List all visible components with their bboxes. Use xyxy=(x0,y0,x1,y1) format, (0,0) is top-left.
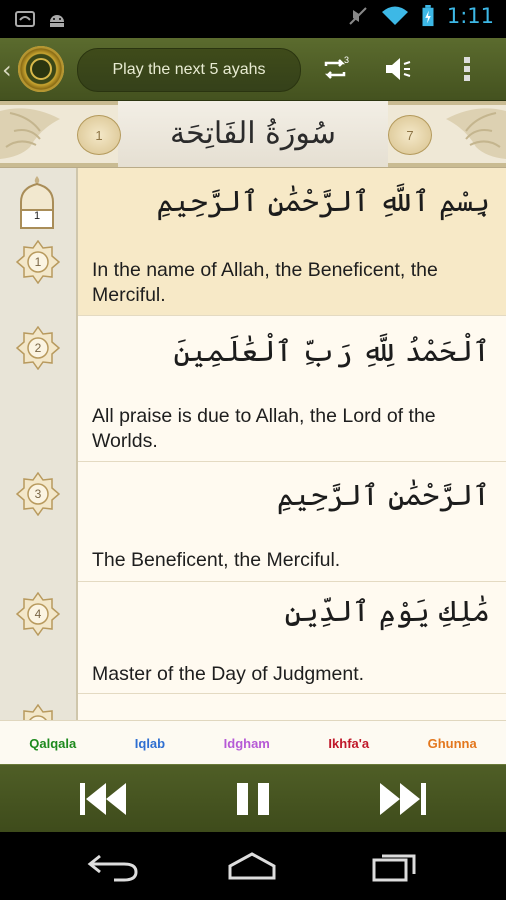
mute-icon xyxy=(349,7,367,25)
ayah-row-4[interactable]: مَٰلِكِ يَوْمِ ٱلدِّينِ Master of the Da… xyxy=(78,582,506,694)
home-icon[interactable] xyxy=(222,850,282,882)
next-ayah-icon[interactable] xyxy=(372,779,432,819)
ayah-translation: The Beneficent, the Merciful. xyxy=(92,549,341,571)
status-bar: 1:11 xyxy=(0,0,506,38)
ayah-marker-1[interactable]: 1 xyxy=(15,239,61,285)
ayah-number: 4 xyxy=(34,607,42,621)
tajweed-idgham: Idgham xyxy=(223,735,270,751)
ayah-number: 3 xyxy=(34,487,42,501)
wifi-icon xyxy=(381,6,408,25)
tajweed-ghunna: Ghunna xyxy=(427,735,477,751)
ayah-arabic-text: ٱلْحَمْدُ لِلَّهِ رَبِّ ٱلْعَٰلَمِينَ xyxy=(173,334,490,368)
action-bar: ‹ Play the next 5 ayahs 3 xyxy=(0,38,506,101)
ayah-row-3[interactable]: ٱلرَّحْمَٰنِ ٱلرَّحِيمِ The Beneficent, … xyxy=(78,462,506,582)
ayah-arabic-text: ٱلرَّحْمَٰنِ ٱلرَّحِيمِ xyxy=(276,478,490,512)
battery-icon xyxy=(422,5,434,27)
app-logo[interactable] xyxy=(18,46,64,92)
tajweed-legend: Qalqala Iqlab Idgham Ikhfa'a Ghunna xyxy=(0,720,506,765)
previous-ayah-icon[interactable] xyxy=(74,779,134,819)
repeat-icon[interactable]: 3 xyxy=(320,54,350,84)
back-icon[interactable] xyxy=(84,850,144,882)
ayah-marker-2[interactable]: 2 xyxy=(15,325,61,371)
audio-settings-icon[interactable] xyxy=(382,54,412,84)
surah-title: سُورَةُ الفَاتِحَة xyxy=(170,116,336,151)
audio-player-bar xyxy=(0,764,506,833)
recent-apps-icon[interactable] xyxy=(364,850,424,882)
ayah-translation: In the name of Allah, the Beneficent, th… xyxy=(92,259,438,306)
play-next-ayahs-button[interactable]: Play the next 5 ayahs xyxy=(77,48,301,92)
ayah-marker-5[interactable]: 5 xyxy=(16,703,60,720)
surah-header: 1 سُورَةُ الفَاتِحَة 7 xyxy=(0,101,506,169)
ayah-marker-4[interactable]: 4 xyxy=(15,591,61,637)
ayah-translation: All praise is due to Allah, the Lord of … xyxy=(92,405,436,452)
ayah-number: 5 xyxy=(16,704,60,720)
ayah-marker-gutter: 1 1 2 3 4 5 xyxy=(0,168,78,720)
ayah-arabic-text: بِسْمِ ٱللَّهِ ٱلرَّحْمَٰنِ ٱلرَّحِيمِ xyxy=(156,184,490,218)
ayah-row-1[interactable]: بِسْمِ ٱللَّهِ ٱلرَّحْمَٰنِ ٱلرَّحِيمِ I… xyxy=(78,168,506,316)
tajweed-qalqala: Qalqala xyxy=(29,735,77,751)
quran-app-notification-icon xyxy=(15,11,35,27)
ayah-row-5[interactable] xyxy=(78,694,506,720)
ayah-row-2[interactable]: ٱلْحَمْدُ لِلَّهِ رَبِّ ٱلْعَٰلَمِينَ Al… xyxy=(78,316,506,462)
back-chevron-icon[interactable]: ‹ xyxy=(2,56,12,84)
surah-number-badge: 1 xyxy=(77,115,121,155)
tajweed-iqlab: Iqlab xyxy=(134,735,166,751)
overflow-menu-icon[interactable] xyxy=(452,54,482,84)
ayah-list[interactable]: 1 1 2 3 4 5 بِسْمِ ٱللَّهِ ٱلرَّحْمَٰنِ … xyxy=(0,168,506,720)
system-navigation-bar xyxy=(0,832,506,900)
tajweed-ikhfaa: Ikhfa'a xyxy=(328,735,370,751)
repeat-count-badge: 3 xyxy=(344,55,349,65)
juz-number: 1 xyxy=(33,210,41,222)
ayah-arabic-text: مَٰلِكِ يَوْمِ ٱلدِّينِ xyxy=(284,594,490,628)
pause-icon[interactable] xyxy=(223,779,283,819)
ayah-translation: Master of the Day of Judgment. xyxy=(92,663,365,685)
android-notification-icon xyxy=(50,15,64,27)
ayah-count-badge: 7 xyxy=(388,115,432,155)
clock: 1:11 xyxy=(446,4,494,28)
ayah-number: 2 xyxy=(34,341,42,355)
ayah-number: 1 xyxy=(34,255,42,269)
ayah-marker-3[interactable]: 3 xyxy=(15,471,61,517)
